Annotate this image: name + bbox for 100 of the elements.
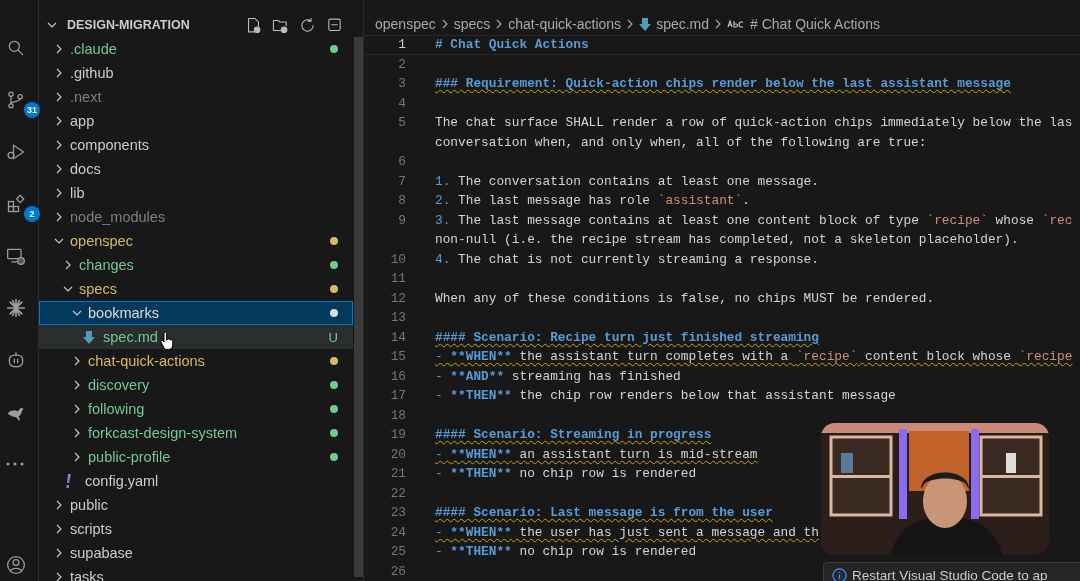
line-number: 11 <box>389 271 406 287</box>
code-line: #### Scenario: Recipe turn just finished streaming <box>435 329 819 347</box>
tree-item[interactable]: spec.md U <box>39 325 353 349</box>
tree-item[interactable]: public-profile <box>39 445 353 469</box>
tree-item[interactable]: forkcast-design-system <box>39 421 353 445</box>
line-number: 24 <box>389 524 406 540</box>
tree-item[interactable]: docs <box>39 157 353 181</box>
activity-button[interactable]: 31 <box>6 88 40 118</box>
tree-item[interactable]: .claude <box>39 37 353 61</box>
tree-item-label: public <box>70 497 108 513</box>
tree-item-label: .next <box>70 89 102 105</box>
chevron-icon <box>54 524 64 534</box>
line-number: 17 <box>389 388 406 404</box>
code-line: - **THEN** no chip row is rendered <box>435 544 697 562</box>
tree-item[interactable]: changes <box>39 253 353 277</box>
code-line: When any of these conditions is false, no chips MUST be rendered. <box>435 290 935 308</box>
tree-item[interactable]: node_modules <box>39 205 353 229</box>
line-number: 4 <box>397 95 406 111</box>
tree-item-label: forkcast-design-system <box>88 425 238 441</box>
line-number: 12 <box>389 290 406 306</box>
breadcrumb-item[interactable]: specs <box>453 16 491 32</box>
explorer-title: DESIGN-MIGRATION <box>67 18 191 32</box>
tree-item-label: app <box>70 113 95 129</box>
chevron-icon <box>54 44 64 54</box>
code-line: The chat surface SHALL render a row of quick-action chips immediately below the las <box>435 115 1073 133</box>
line-number: 23 <box>389 505 406 521</box>
tree-item[interactable]: app <box>39 109 353 133</box>
tree-item[interactable]: .github <box>39 61 353 85</box>
tree-item[interactable]: lib <box>39 181 353 205</box>
count-badge: 31 <box>24 102 40 118</box>
code-line: - **THEN** the chip row renders below that assistant message <box>435 388 896 406</box>
tree-item[interactable]: scripts <box>39 517 353 541</box>
breadcrumb-item[interactable]: chat-quick-actions <box>508 16 622 32</box>
line-number: 18 <box>389 407 406 423</box>
line-number: 16 <box>389 368 406 384</box>
chevron-icon <box>54 236 64 246</box>
tree-item[interactable]: public <box>39 493 353 517</box>
tree-item[interactable]: openspec <box>39 229 353 253</box>
line-number: 3 <box>397 76 406 92</box>
line-number: 19 <box>389 427 406 443</box>
code-line: 4. The chat is not currently streaming a response. <box>435 251 819 269</box>
branch-icon <box>6 90 26 110</box>
robot-icon <box>6 350 26 370</box>
line-number: 9 <box>397 212 406 228</box>
activity-button[interactable]: 2 <box>6 192 40 222</box>
tree-item[interactable]: specs <box>39 277 353 301</box>
play-bug-icon <box>6 142 26 162</box>
line-number: 14 <box>389 329 406 345</box>
tree-item[interactable]: bookmarks <box>39 301 353 325</box>
line-number: 1 <box>397 37 406 53</box>
tree-item[interactable]: chat-quick-actions <box>39 349 353 373</box>
code-line: - **AND** streaming has finished <box>435 368 681 386</box>
tree-item-label: .claude <box>70 41 117 57</box>
chevron-icon <box>54 212 64 222</box>
line-number: 21 <box>389 466 406 482</box>
tree-item-label: openspec <box>70 233 133 249</box>
code-line: - **WHEN** the assistant turn completes with a `recipe` content block whose `recipe <box>435 349 1073 367</box>
tree-item-label: docs <box>70 161 101 177</box>
monitor-icon <box>6 246 26 266</box>
tree-item-label: discovery <box>88 377 150 393</box>
exclamation-icon <box>65 474 73 488</box>
chevron-icon <box>54 164 64 174</box>
line-number: 7 <box>397 173 406 189</box>
count-badge: 2 <box>24 206 40 222</box>
chevron-icon <box>72 380 82 390</box>
code-line: - **THEN** no chip row is rendered <box>435 466 697 484</box>
tree-item-label: config.yaml <box>85 473 159 489</box>
new-file-icon[interactable] <box>245 16 262 34</box>
tree-item[interactable]: .next <box>39 85 353 109</box>
chevron-icon <box>54 116 64 126</box>
tree-item-label: spec.md <box>103 329 158 345</box>
line-number: 10 <box>389 251 406 267</box>
line-number: 20 <box>389 446 406 462</box>
tree-item-label: specs <box>79 281 117 297</box>
code-line: 2. The last message has role `assistant`. <box>435 193 750 211</box>
scrollbar[interactable] <box>354 37 363 577</box>
chevron-icon <box>54 500 64 510</box>
account-icon <box>6 555 26 575</box>
line-number: 22 <box>389 485 406 501</box>
breadcrumb-item[interactable]: # Chat Quick Actions <box>750 16 880 32</box>
tree-item-label: chat-quick-actions <box>88 353 205 369</box>
collapse-icon[interactable] <box>326 16 343 34</box>
chevron-icon <box>495 19 504 29</box>
tree-item-label: .github <box>70 65 114 81</box>
tree-item[interactable]: supabase <box>39 541 353 565</box>
code-line: conversation when, and only when, all of the following are true: <box>435 134 927 152</box>
tree-item[interactable]: components <box>39 133 353 157</box>
chevron-icon <box>54 68 64 78</box>
code-line: 1. The conversation contains at least one message. <box>435 173 819 191</box>
chevron-icon <box>72 308 82 318</box>
tree-item[interactable]: config.yaml <box>39 469 353 493</box>
breadcrumb-item[interactable]: spec.md <box>656 16 710 32</box>
line-number: 2 <box>397 56 406 72</box>
refresh-icon[interactable] <box>299 16 316 34</box>
tree-item[interactable]: discovery <box>39 373 353 397</box>
chevron-icon <box>54 92 64 102</box>
tree-item-label: components <box>70 137 149 153</box>
line-number: 8 <box>397 193 406 209</box>
breadcrumb-item[interactable]: openspec <box>375 16 436 32</box>
tree-item[interactable]: following <box>39 397 353 421</box>
